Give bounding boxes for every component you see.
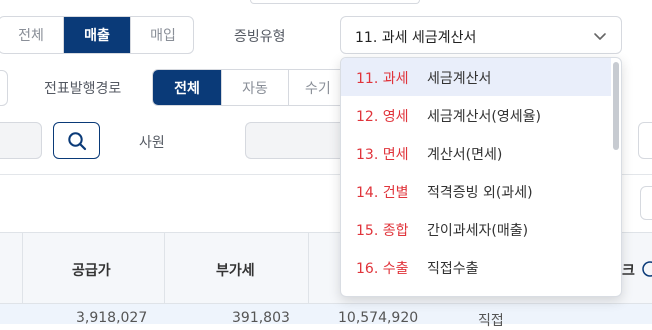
- right-button-stub[interactable]: [638, 122, 652, 159]
- option-code: 13. 면세: [356, 147, 409, 163]
- option-code: 15. 종합: [356, 223, 409, 239]
- dropdown-option[interactable]: 13. 면세 계산서(면세): [341, 134, 611, 172]
- dropdown-option[interactable]: 16. 수출 직접수출: [341, 248, 611, 286]
- help-circle-icon[interactable]: [642, 261, 652, 277]
- option-name: 적격증빙 외(과세): [427, 185, 533, 201]
- option-name: 세금계산서(영세율): [427, 109, 541, 125]
- slip-route-segment: 전체 자동 수기: [152, 69, 348, 106]
- evidence-type-value: 11. 과세 세금계산서: [355, 30, 477, 46]
- evidence-type-select[interactable]: 11. 과세 세금계산서: [340, 16, 622, 54]
- cell-type: 직접: [478, 313, 504, 329]
- evidence-type-dropdown-list: 11. 과세 세금계산서 12. 영세 세금계산서(영세율) 13. 면세 계산…: [340, 57, 622, 297]
- trade-type-sales[interactable]: 매출: [64, 17, 131, 53]
- option-name: 세금계산서: [427, 71, 492, 87]
- left-field-stub[interactable]: [0, 70, 8, 106]
- cell-vat: 391,803: [232, 310, 290, 326]
- employee-label: 사원: [139, 135, 165, 151]
- slip-route-all[interactable]: 전체: [153, 70, 222, 105]
- dropdown-option[interactable]: 12. 영세 세금계산서(영세율): [341, 96, 611, 134]
- trade-type-all[interactable]: 전체: [0, 17, 64, 53]
- right-button-stub-2[interactable]: [640, 186, 652, 220]
- option-code: 11. 과세: [356, 71, 409, 87]
- cell-total: 10,574,920: [338, 310, 419, 326]
- option-code: 12. 영세: [356, 109, 409, 125]
- option-name: 간이과세자(매출): [427, 223, 529, 239]
- dropdown-option[interactable]: 14. 건별 적격증빙 외(과세): [341, 172, 611, 210]
- header-vat: 부가세: [216, 263, 255, 279]
- chevron-down-icon: [594, 33, 606, 40]
- table-row[interactable]: 3,918,027 391,803 10,574,920 직접: [0, 304, 652, 329]
- option-name: 계산서(면세): [427, 147, 503, 163]
- option-name: 직접수출: [427, 261, 479, 277]
- search-button[interactable]: [53, 122, 100, 159]
- slip-route-label: 전표발행경로: [44, 81, 122, 97]
- evidence-type-label: 증빙유형: [234, 29, 286, 45]
- dropdown-option[interactable]: 15. 종합 간이과세자(매출): [341, 210, 611, 248]
- employee-input[interactable]: [245, 122, 355, 159]
- search-icon: [68, 132, 87, 151]
- option-code: 16. 수출: [356, 261, 409, 277]
- dropdown-scrollbar[interactable]: [613, 62, 619, 150]
- slip-route-auto[interactable]: 자동: [222, 70, 289, 105]
- dropdown-option[interactable]: 11. 과세 세금계산서: [341, 58, 611, 96]
- header-supply-amount: 공급가: [72, 263, 111, 279]
- trade-type-purchase[interactable]: 매입: [131, 17, 193, 53]
- top-input-fragment: [250, 0, 420, 4]
- header-partial: 크: [622, 263, 635, 279]
- cell-supply: 3,918,027: [76, 310, 148, 326]
- option-code: 14. 건별: [356, 185, 409, 201]
- code-input[interactable]: [0, 122, 42, 159]
- trade-type-segment: 전체 매출 매입: [0, 16, 194, 54]
